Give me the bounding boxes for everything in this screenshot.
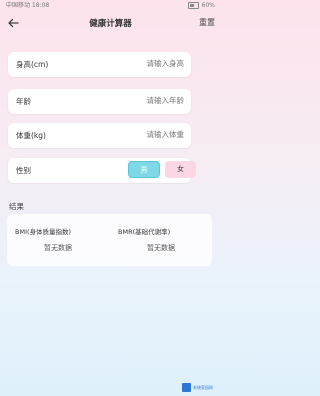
bmr-value: 暂无数据 (147, 244, 175, 252)
watermark-icon (182, 382, 191, 392)
watermark-logo: 系统家园网 (182, 382, 217, 392)
status-bar: 中国移动 18:08 60% (0, 0, 221, 11)
age-field-card[interactable]: 年龄 (8, 89, 191, 114)
height-field-card[interactable]: 身高(cm) (8, 52, 191, 77)
weight-input[interactable] (94, 130, 184, 139)
weight-field-card[interactable]: 体重(kg) (8, 123, 191, 148)
bmi-name: BMI(身体质量指数) (15, 228, 72, 236)
height-input[interactable] (94, 59, 184, 68)
age-label: 年龄 (16, 97, 31, 106)
male-button[interactable]: 男 (128, 161, 160, 178)
height-label: 身高(cm) (16, 60, 49, 69)
gender-card: 性别 男 女 (8, 158, 196, 183)
age-input[interactable] (94, 96, 184, 105)
weight-label: 体重(kg) (16, 131, 46, 140)
reset-button[interactable]: 重置 (199, 17, 215, 28)
female-button[interactable]: 女 (165, 161, 196, 178)
battery-level: 60% (201, 2, 215, 9)
page-title: 健康计算器 (89, 19, 132, 29)
nav-bar: 健康计算器 重置 (0, 13, 221, 33)
battery-icon (187, 2, 199, 9)
results-card: BMI(身体质量指数) 暂无数据 BMR(基础代谢率) 暂无数据 (7, 214, 212, 266)
bmi-value: 暂无数据 (44, 244, 72, 252)
bmr-name: BMR(基础代谢率) (118, 228, 171, 236)
bmr-result: BMR(基础代谢率) 暂无数据 (110, 214, 212, 266)
bmi-result: BMI(身体质量指数) 暂无数据 (7, 214, 109, 266)
status-right: 60% (187, 0, 215, 11)
gender-label: 性别 (16, 166, 31, 175)
watermark-text: 系统家园网 (193, 384, 213, 390)
results-title: 结果 (9, 202, 24, 211)
status-carrier-time: 中国移动 18:08 (6, 2, 50, 9)
